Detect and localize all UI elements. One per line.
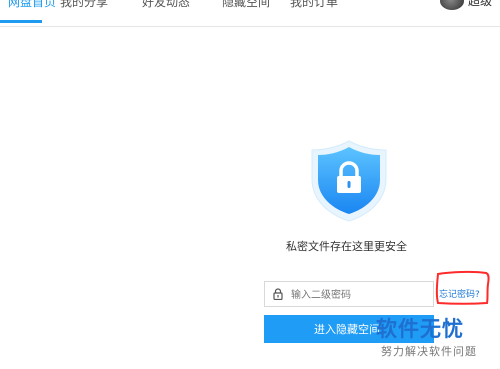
tagline: 私密文件存在这里更安全 (286, 240, 407, 253)
top-nav: 网盘首页 我的分享 好友动态 隐藏空间 我的订单 超级 (0, 0, 500, 27)
watermark-title: 软件无忧 (376, 317, 464, 341)
avatar[interactable] (440, 0, 464, 10)
watermark-logo: 软件无忧 努力解决软件问题 (368, 309, 500, 365)
page: 网盘首页 我的分享 好友动态 隐藏空间 我的订单 超级 私密文件存在这里更安全 (0, 0, 500, 369)
tab-shares[interactable]: 我的分享 (60, 0, 108, 12)
shield-lock-icon (311, 140, 387, 222)
red-annotation-circle (435, 270, 490, 305)
active-tab-indicator (0, 20, 42, 23)
tab-home[interactable]: 网盘首页 (8, 0, 56, 12)
tab-hidden-space[interactable]: 隐藏空间 (222, 0, 270, 12)
secondary-password-input[interactable] (289, 285, 428, 305)
tab-orders[interactable]: 我的订单 (290, 0, 338, 12)
watermark-subtitle: 努力解决软件问题 (381, 345, 477, 358)
tab-friends[interactable]: 好友动态 (142, 0, 190, 12)
lock-icon (273, 288, 283, 300)
password-field[interactable] (264, 281, 434, 307)
username[interactable]: 超级 (468, 0, 492, 11)
